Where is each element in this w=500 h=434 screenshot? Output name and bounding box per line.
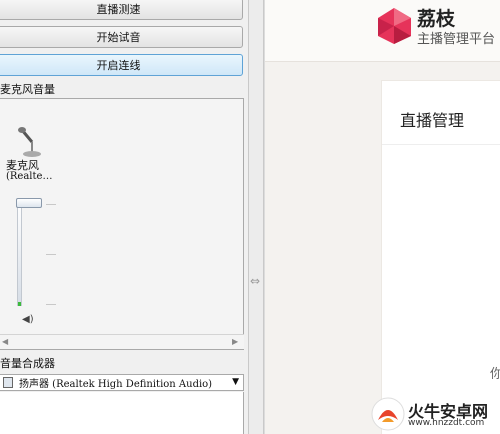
output-device-select[interactable]: 扬声器 (Realtek High Definition Audio) ▼ — [0, 374, 244, 391]
tick — [46, 254, 56, 255]
mic-volume-slider[interactable] — [16, 196, 56, 308]
brand-name: 荔枝 — [417, 8, 456, 30]
speaker-icon — [3, 377, 13, 388]
resize-handle-icon[interactable]: ⇔ — [250, 274, 260, 288]
horizontal-scrollbar[interactable]: ◀ ▶ — [0, 334, 244, 349]
volume-fill — [18, 302, 21, 306]
scroll-left-icon[interactable]: ◀ — [2, 337, 8, 346]
litchi-logo-icon — [378, 8, 411, 44]
mute-speaker-icon[interactable]: ◀) — [22, 314, 34, 325]
speed-test-button[interactable]: 直播测速 — [0, 0, 243, 20]
volume-track — [17, 200, 22, 306]
microphone-icon — [18, 127, 41, 157]
chevron-down-icon[interactable]: ▼ — [232, 377, 239, 387]
card-title: 直播管理 — [400, 111, 465, 130]
output-device-value: 扬声器 (Realtek High Definition Audio) — [19, 379, 213, 390]
brand-subtitle: 主播管理平台 — [417, 32, 496, 47]
tick — [46, 204, 56, 205]
audio-control-panel: 直播测速 开始试音 开启连线 麦克风音量 麦克风 (Realte… ◀) ◀ ▶… — [0, 0, 248, 434]
mic-volume-label: 麦克风音量 — [0, 83, 55, 96]
divider — [382, 144, 500, 145]
app-header: 荔枝 主播管理平台 — [265, 0, 500, 62]
live-management-card: 直播管理 你 — [381, 80, 500, 434]
watermark-logo-icon — [371, 397, 405, 431]
mic-device-sub: (Realte… — [6, 171, 53, 182]
start-link-button[interactable]: 开启连线 — [0, 54, 243, 76]
mixer-label: 音量合成器 — [0, 357, 55, 370]
panel-splitter[interactable]: ⇔ — [248, 0, 264, 434]
card-text: 你 — [490, 367, 500, 382]
scroll-right-icon[interactable]: ▶ — [232, 337, 238, 346]
tick — [46, 304, 56, 305]
watermark-url: www.hnzzdt.com — [408, 418, 485, 428]
app-window: 荔枝 主播管理平台 直播管理 你 — [264, 0, 500, 434]
watermark: 火牛安卓网 www.hnzzdt.com — [370, 396, 500, 434]
volume-thumb[interactable] — [16, 198, 42, 208]
start-audio-test-button[interactable]: 开始试音 — [0, 26, 243, 48]
mixer-list — [0, 392, 244, 434]
